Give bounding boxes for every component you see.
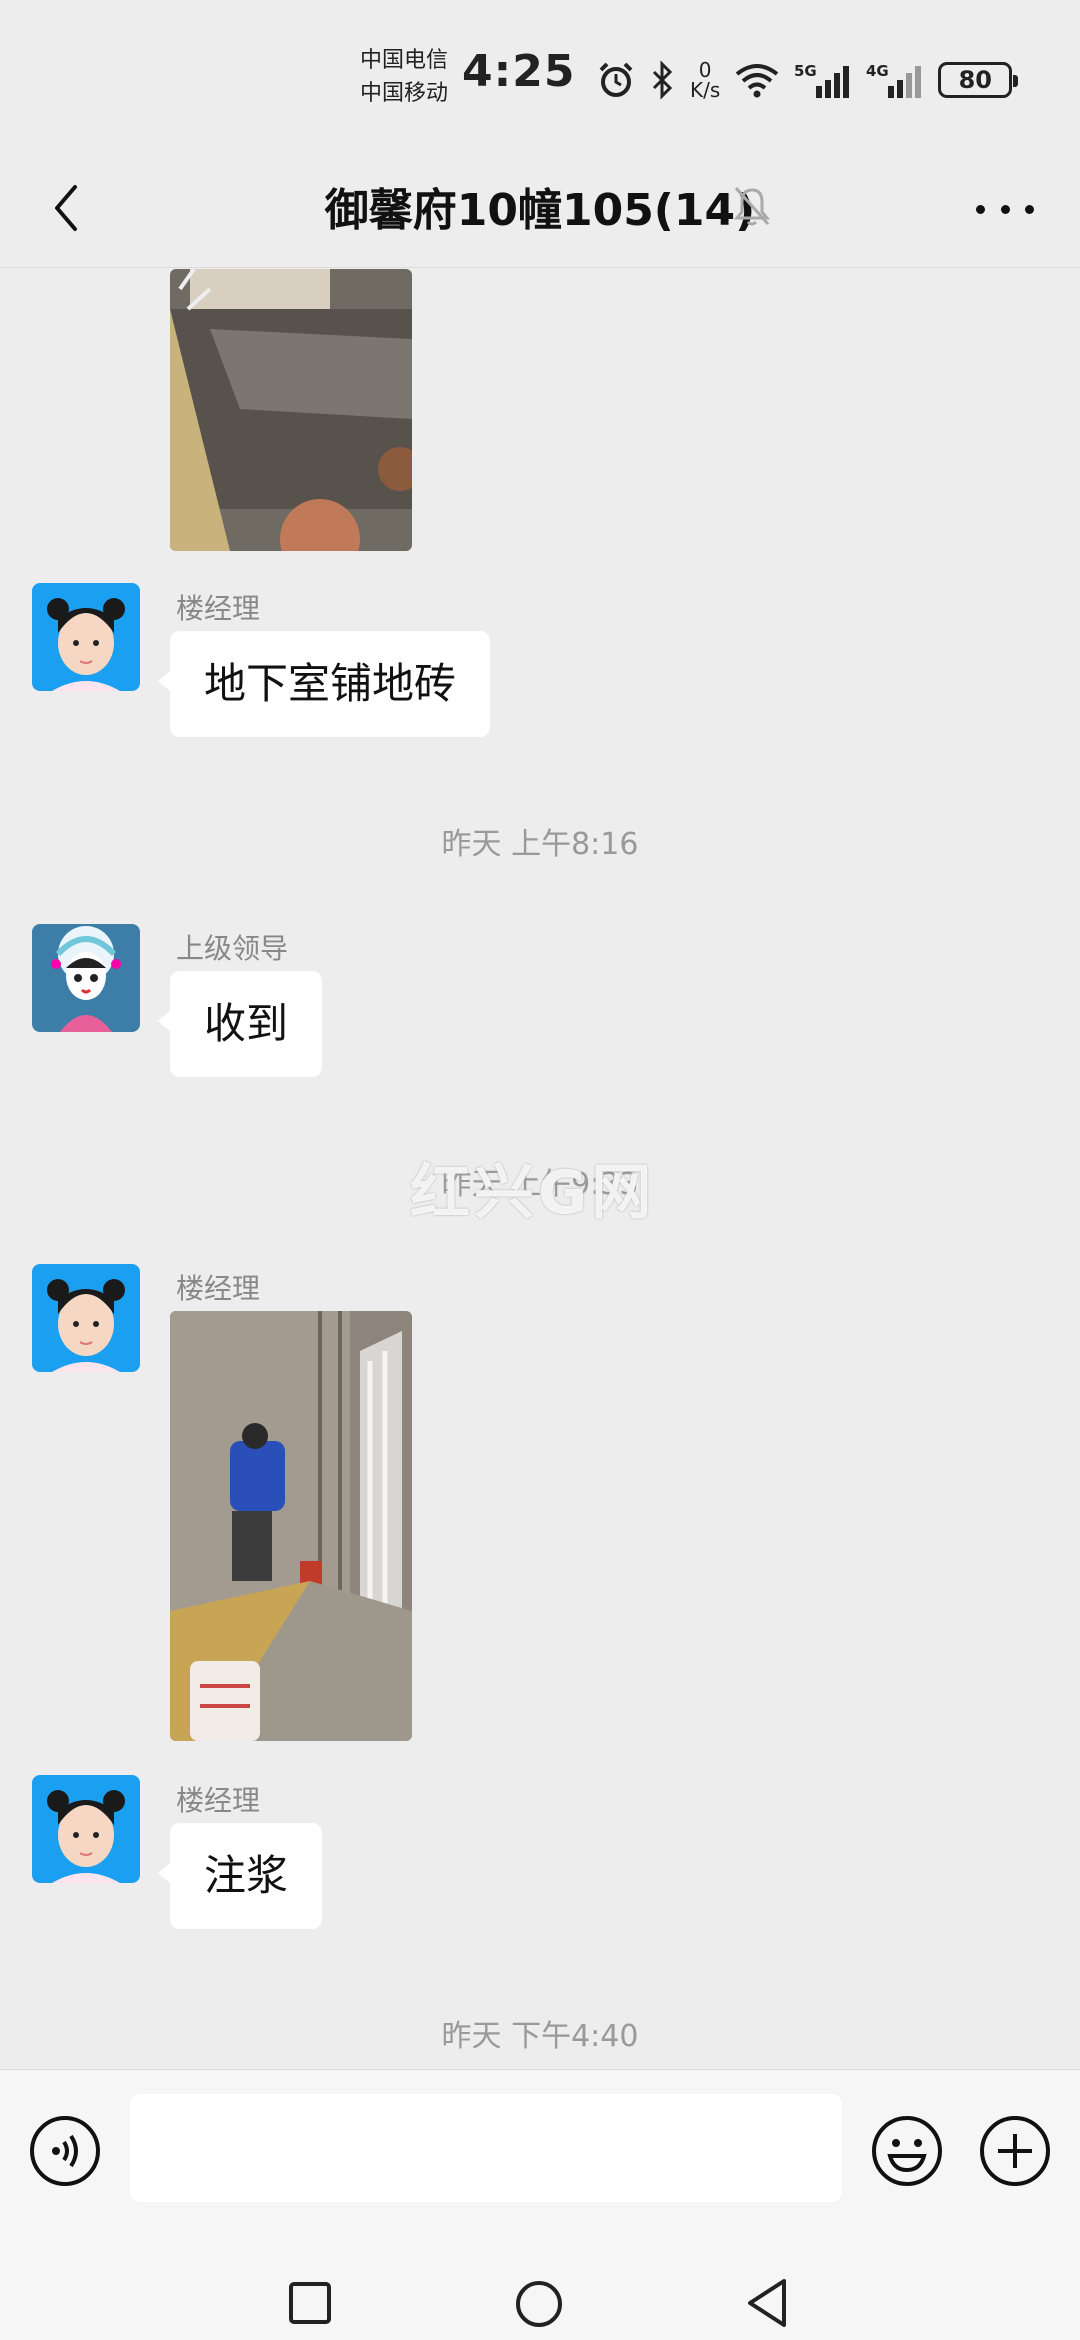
alarm-icon xyxy=(599,62,633,97)
mute-bell-icon xyxy=(733,187,771,226)
avatar-lou-manager[interactable] xyxy=(32,1775,140,1883)
photo-icon xyxy=(170,1311,412,1741)
carrier-1: 中国电信 xyxy=(360,48,449,73)
battery-icon: 80 xyxy=(938,62,1019,98)
timestamp: 昨天 上午8:16 xyxy=(441,827,639,862)
message-bubble[interactable]: 收到 xyxy=(157,971,323,1077)
avatar-lou-manager[interactable] xyxy=(32,1264,140,1372)
sender-name: 上级领导 xyxy=(176,932,289,965)
watermark: 红兴G网 xyxy=(410,1158,656,1228)
status-time: 4:25 xyxy=(462,46,576,97)
carrier-2: 中国移动 xyxy=(360,81,449,106)
message-bubble[interactable]: 地下室铺地砖 xyxy=(157,631,491,737)
battery-level: 80 xyxy=(958,66,992,94)
net-speed-unit: K/s xyxy=(690,78,721,102)
system-nav-bar xyxy=(0,2229,1080,2340)
chat-title: 御馨府10幢105(14) xyxy=(324,185,756,236)
input-bar xyxy=(0,2069,1080,2229)
home-icon[interactable] xyxy=(514,2279,564,2329)
sender-name: 楼经理 xyxy=(176,592,261,625)
avatar-superior[interactable] xyxy=(32,924,140,1032)
message-list[interactable]: 楼经理 地下室铺地砖 昨天 上午8:16 上级领导 收到 昨天 上午9:33 红… xyxy=(0,269,1080,2069)
status-bar: 中国电信 中国移动 4:25 0 K/s 5G 4G 80 xyxy=(0,0,1080,150)
message-bubble[interactable]: 注浆 xyxy=(157,1823,323,1929)
recent-apps-icon[interactable] xyxy=(288,2281,332,2325)
bluetooth-icon xyxy=(652,60,673,100)
emoji-icon[interactable] xyxy=(870,2114,944,2188)
sender-name: 楼经理 xyxy=(176,1272,261,1305)
nav-back-icon[interactable] xyxy=(744,2277,790,2329)
signal-4g-icon: 4G xyxy=(866,62,922,98)
net-speed: 0 K/s xyxy=(690,60,720,100)
sender-name: 楼经理 xyxy=(176,1784,261,1817)
avatar-lou-manager[interactable] xyxy=(32,583,140,691)
more-icon xyxy=(976,204,985,214)
plus-icon[interactable] xyxy=(978,2114,1052,2188)
message-input[interactable] xyxy=(130,2094,842,2202)
wifi-icon xyxy=(736,64,779,98)
signal-2-label: 4G xyxy=(866,62,889,80)
carrier-labels: 中国电信 中国移动 xyxy=(360,44,448,110)
timestamp: 昨天 下午4:40 xyxy=(441,2019,639,2054)
message-image[interactable] xyxy=(170,1311,412,1741)
chat-header: 御馨府10幢105(14) xyxy=(0,150,1080,268)
message-image[interactable] xyxy=(170,269,412,551)
voice-icon[interactable] xyxy=(28,2114,102,2188)
photo-icon xyxy=(170,269,412,551)
signal-1-label: 5G xyxy=(794,62,817,80)
signal-5g-icon: 5G xyxy=(794,62,850,98)
net-speed-value: 0 xyxy=(698,58,712,82)
more-button[interactable] xyxy=(970,184,1040,234)
status-icons: 0 K/s 5G 4G 80 xyxy=(596,50,1019,110)
